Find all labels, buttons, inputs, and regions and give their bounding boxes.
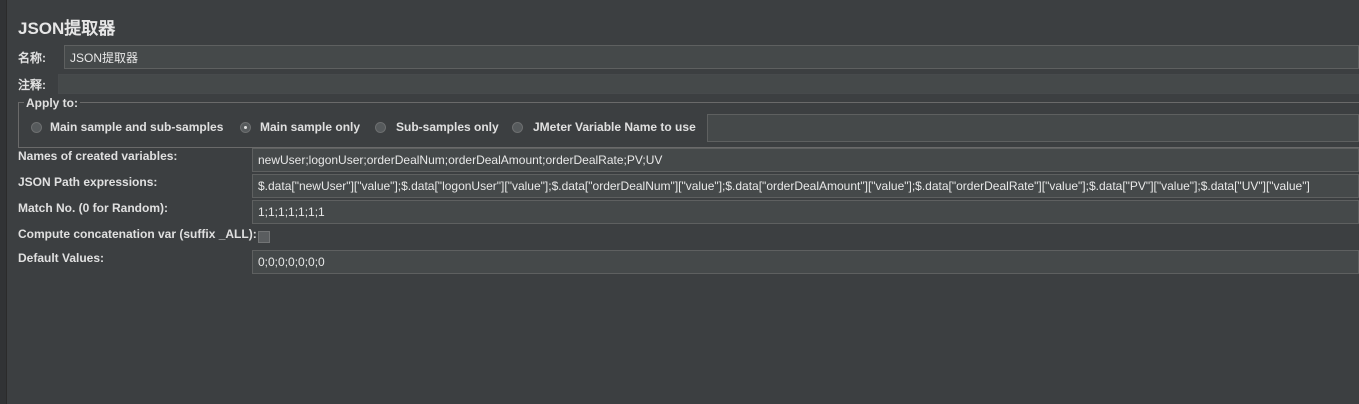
- json-path-label: JSON Path expressions:: [18, 175, 158, 189]
- match-no-label: Match No. (0 for Random):: [18, 201, 168, 215]
- name-field[interactable]: [64, 45, 1359, 69]
- json-path-field[interactable]: $.data["newUser"]["value"];$.data["logon…: [252, 174, 1359, 198]
- radio-main-and-sub-label[interactable]: Main sample and sub-samples: [50, 120, 223, 134]
- radio-main-and-sub[interactable]: [31, 122, 42, 133]
- left-panel-edge: [0, 0, 7, 404]
- apply-to-legend: Apply to:: [24, 96, 80, 110]
- names-field[interactable]: newUser;logonUser;orderDealNum;orderDeal…: [252, 148, 1359, 172]
- names-label: Names of created variables:: [18, 149, 178, 163]
- radio-jmeter-variable[interactable]: [512, 122, 523, 133]
- jmeter-variable-name-field[interactable]: [707, 114, 1359, 142]
- radio-sub-only-label[interactable]: Sub-samples only: [396, 120, 499, 134]
- default-values-field[interactable]: 0;0;0;0;0;0;0: [252, 250, 1359, 274]
- radio-main-only[interactable]: [240, 122, 251, 133]
- match-no-field[interactable]: 1;1;1;1;1;1;1: [252, 200, 1359, 224]
- page-title: JSON提取器: [18, 19, 116, 38]
- radio-sub-only[interactable]: [375, 122, 386, 133]
- comment-field[interactable]: [58, 74, 1359, 94]
- name-label: 名称:: [18, 51, 46, 65]
- concat-label: Compute concatenation var (suffix _ALL):: [18, 227, 257, 241]
- comment-label: 注释:: [18, 78, 46, 92]
- concat-checkbox[interactable]: [258, 231, 270, 243]
- default-values-label: Default Values:: [18, 251, 105, 265]
- radio-main-only-label[interactable]: Main sample only: [260, 120, 360, 134]
- radio-jmeter-variable-label[interactable]: JMeter Variable Name to use: [533, 120, 696, 134]
